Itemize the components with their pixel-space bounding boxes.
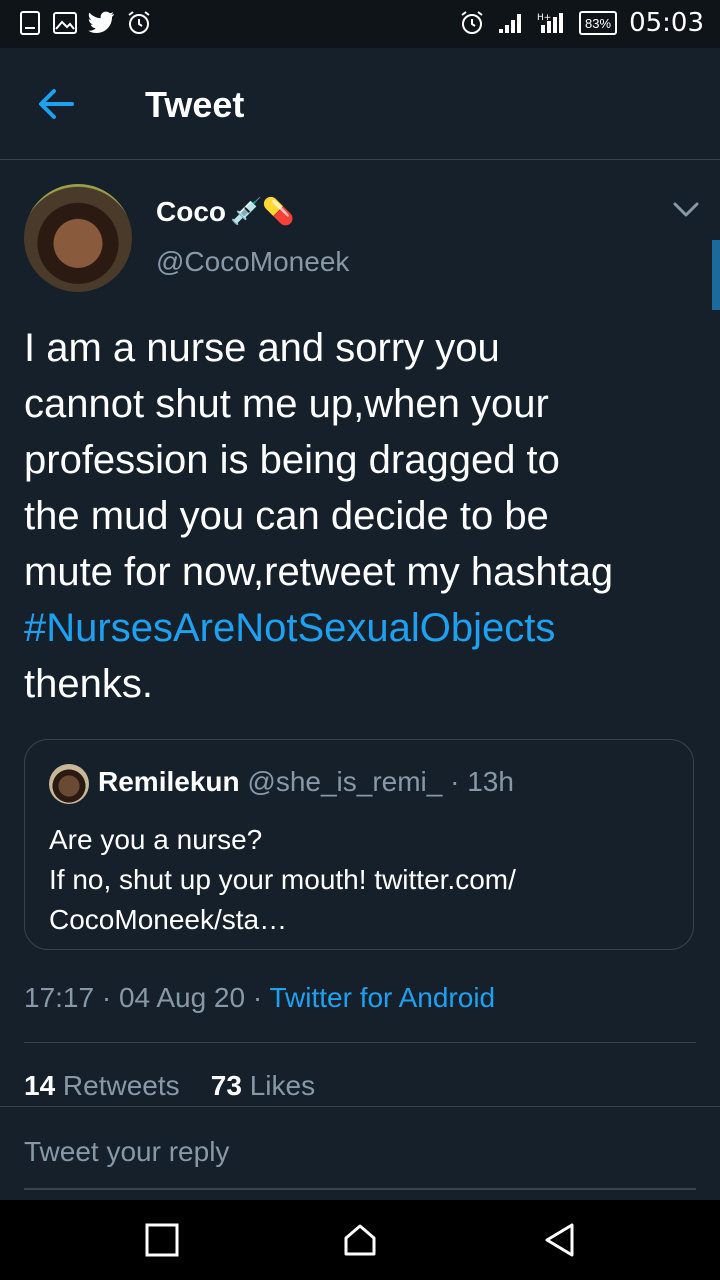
system-nav-bar bbox=[0, 1200, 720, 1280]
quoted-text-line: Are you a nurse? bbox=[49, 824, 263, 855]
tweet-text-line: cannot shut me up,when your bbox=[24, 382, 549, 426]
like-count: 73 bbox=[210, 1070, 242, 1101]
tweet-text-line: I am a nurse and sorry you bbox=[24, 326, 500, 370]
arrow-left-icon[interactable] bbox=[36, 86, 76, 122]
battery-indicator: 83% bbox=[579, 11, 618, 35]
tweet-text-line: mute for now,retweet my hashtag bbox=[24, 550, 614, 594]
tweet-text-line: the mud you can decide to be bbox=[24, 494, 549, 538]
likes-stat[interactable]: 73 Likes bbox=[211, 1070, 315, 1101]
quoted-tweet-card[interactable]: Remilekun @she_is_remi_ · 13h Are you a … bbox=[24, 739, 694, 950]
document-icon bbox=[20, 11, 40, 35]
divider bbox=[0, 1106, 720, 1107]
page-title: Tweet bbox=[145, 84, 245, 125]
reply-underline bbox=[24, 1188, 696, 1190]
image-icon bbox=[53, 12, 77, 34]
scrollbar[interactable] bbox=[712, 240, 720, 310]
twitter-icon bbox=[88, 11, 114, 33]
quoted-text-line: If no, shut up your mouth! twitter.com/ bbox=[49, 864, 516, 895]
reply-input[interactable] bbox=[24, 1136, 696, 1168]
tweet-text-line: thenks. bbox=[24, 662, 153, 706]
top-app-bar: Tweet bbox=[0, 48, 720, 160]
tweet-stats: 14 Retweets 73 Likes bbox=[24, 1070, 315, 1102]
tweet-timestamp: 17:17 · 04 Aug 20 · bbox=[24, 982, 270, 1013]
author-emoji: 💉💊 bbox=[230, 197, 295, 227]
author-handle[interactable]: @CocoMoneek bbox=[156, 246, 349, 278]
quoted-tweet-text: Are you a nurse? If no, shut up your mou… bbox=[49, 820, 669, 940]
divider bbox=[24, 1042, 696, 1043]
author-name-row[interactable]: Coco 💉💊 bbox=[156, 196, 295, 228]
quoted-author-avatar bbox=[49, 764, 89, 804]
quoted-tweet-header: Remilekun @she_is_remi_ · 13h bbox=[98, 766, 514, 798]
quoted-author-name: Remilekun bbox=[98, 766, 240, 797]
author-name[interactable]: Coco bbox=[156, 196, 226, 228]
tweet-text: I am a nurse and sorry you cannot shut m… bbox=[24, 320, 704, 712]
author-avatar[interactable] bbox=[24, 184, 132, 292]
tweet-source-link[interactable]: Twitter for Android bbox=[269, 982, 495, 1013]
signal-h-icon: H+ bbox=[537, 13, 564, 33]
hashtag-link[interactable]: #NursesAreNotSexualObjects bbox=[24, 600, 704, 656]
quoted-handle-time: @she_is_remi_ · 13h bbox=[239, 766, 514, 797]
back-triangle-icon[interactable] bbox=[542, 1222, 578, 1258]
retweet-label: Retweets bbox=[55, 1070, 180, 1101]
signal-icon bbox=[499, 14, 522, 33]
tweet-text-line: profession is being dragged to bbox=[24, 438, 560, 482]
tweet-meta: 17:17 · 04 Aug 20 · Twitter for Android bbox=[24, 982, 495, 1014]
retweet-count: 14 bbox=[24, 1070, 56, 1101]
chevron-down-icon[interactable] bbox=[672, 200, 700, 220]
status-time: 05:03 bbox=[629, 8, 704, 38]
status-bar: H+ 83% 05:03 bbox=[0, 0, 720, 48]
alarm-icon bbox=[128, 11, 150, 34]
recents-square-icon[interactable] bbox=[144, 1222, 180, 1258]
like-label: Likes bbox=[241, 1070, 316, 1101]
retweets-stat[interactable]: 14 Retweets bbox=[24, 1070, 180, 1101]
quoted-text-line: CocoMoneek/sta… bbox=[49, 904, 288, 935]
alarm-icon bbox=[461, 11, 483, 34]
home-icon[interactable] bbox=[342, 1222, 378, 1258]
